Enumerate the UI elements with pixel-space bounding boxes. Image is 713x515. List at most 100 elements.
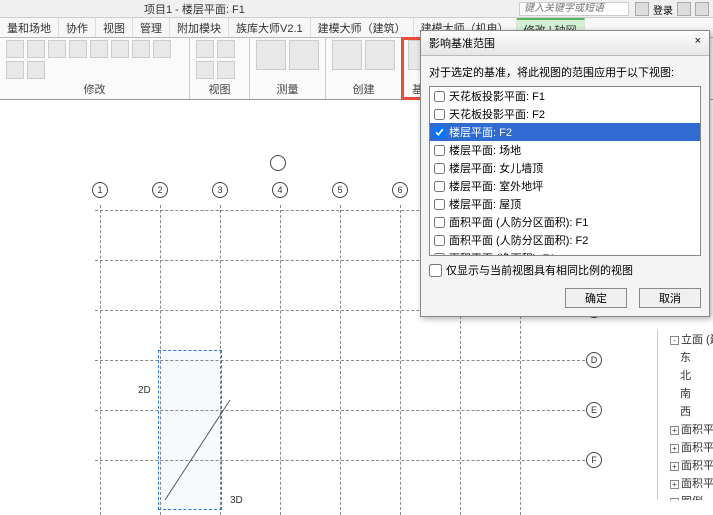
ribbon-tab[interactable]: 视图 (96, 18, 133, 37)
same-scale-checkbox[interactable] (429, 264, 442, 277)
tool-icon[interactable] (153, 40, 171, 58)
grid-bubble[interactable]: E (586, 402, 602, 418)
view-list-row[interactable]: 面积平面 (人防分区面积): F1 (430, 213, 700, 231)
ribbon-tab[interactable]: 族库大师V2.1 (229, 18, 311, 37)
search-input[interactable] (519, 2, 629, 16)
tree-item[interactable]: +面积平 (658, 438, 713, 456)
login-icon[interactable] (635, 2, 649, 16)
tool-icon[interactable] (289, 40, 319, 70)
ribbon-group-测量: 测量 (250, 38, 326, 99)
view-checkbox[interactable] (434, 181, 445, 192)
dialog-titlebar[interactable]: 影响基准范围 × (421, 31, 709, 56)
view-list-row[interactable]: 楼层平面: 室外地坪 (430, 177, 700, 195)
cancel-button[interactable]: 取消 (639, 288, 701, 308)
view-list-row[interactable]: 天花板投影平面: F2 (430, 105, 700, 123)
view-checkbox[interactable] (434, 253, 445, 257)
view-checkbox[interactable] (434, 235, 445, 246)
tree-item[interactable]: +面积平 (658, 456, 713, 474)
tree-item[interactable]: -立面 (建 (658, 330, 713, 348)
tool-icon[interactable] (365, 40, 395, 70)
view-list-row[interactable]: 楼层平面: F2 (430, 123, 700, 141)
ribbon-tab[interactable]: 建模大师（建筑） (311, 18, 414, 37)
views-list[interactable]: 天花板投影平面: F1 天花板投影平面: F2 楼层平面: F2 楼层平面: 场地楼层… (429, 86, 701, 256)
view-label: 楼层平面: F2 (449, 124, 512, 140)
grid-bubble[interactable]: 3 (212, 182, 228, 198)
dim-3d-label: 3D (230, 495, 243, 506)
tree-item[interactable]: 东 (658, 348, 713, 366)
tool-icon[interactable] (48, 40, 66, 58)
grid-bubble[interactable] (270, 155, 286, 171)
tool-icon[interactable] (196, 61, 214, 79)
view-label: 楼层平面: 女儿墙顶 (449, 160, 543, 176)
tree-item[interactable]: +图例 (658, 492, 713, 500)
view-list-row[interactable]: 楼层平面: 女儿墙顶 (430, 159, 700, 177)
view-checkbox[interactable] (434, 163, 445, 174)
tool-icon[interactable] (217, 61, 235, 79)
tree-item[interactable]: +面积平 (658, 474, 713, 492)
ribbon-tab[interactable]: 附加模块 (170, 18, 229, 37)
tool-icon[interactable] (6, 40, 24, 58)
ok-button[interactable]: 确定 (565, 288, 627, 308)
tree-item[interactable]: +面积平 (658, 420, 713, 438)
grid-bubble[interactable]: 2 (152, 182, 168, 198)
selection-box[interactable] (158, 350, 222, 510)
project-browser[interactable]: -立面 (建东北南西+面积平+面积平+面积平+面积平+图例+明细表+图纸 ( (657, 330, 713, 500)
view-checkbox[interactable] (434, 127, 445, 138)
ribbon-tab[interactable]: 量和场地 (0, 18, 59, 37)
view-checkbox[interactable] (434, 217, 445, 228)
ribbon-group-修改: 修改 (0, 38, 190, 99)
view-label: 面积平面 (净面积): F1 (449, 250, 555, 256)
view-list-row[interactable]: 楼层平面: 屋顶 (430, 195, 700, 213)
view-checkbox[interactable] (434, 91, 445, 102)
minimize-icon[interactable] (695, 2, 709, 16)
ribbon-group-label: 创建 (353, 81, 375, 97)
view-label: 楼层平面: 场地 (449, 142, 521, 158)
tree-item[interactable]: 南 (658, 384, 713, 402)
ribbon-group-视图: 视图 (190, 38, 250, 99)
view-label: 楼层平面: 室外地坪 (449, 178, 543, 194)
close-icon[interactable]: × (695, 35, 701, 51)
influence-range-dialog: 影响基准范围 × 对于选定的基准，将此视图的范围应用于以下视图: 天花板投影平面… (420, 30, 710, 317)
view-list-row[interactable]: 天花板投影平面: F1 (430, 87, 700, 105)
ribbon-group-label: 测量 (277, 81, 299, 97)
grid-bubble[interactable]: 5 (332, 182, 348, 198)
grid-bubble[interactable]: 1 (92, 182, 108, 198)
view-label: 天花板投影平面: F1 (449, 88, 545, 104)
view-list-row[interactable]: 面积平面 (净面积): F1 (430, 249, 700, 256)
tool-icon[interactable] (196, 40, 214, 58)
tree-item[interactable]: 北 (658, 366, 713, 384)
tool-icon[interactable] (256, 40, 286, 70)
view-list-row[interactable]: 面积平面 (人防分区面积): F2 (430, 231, 700, 249)
view-label: 天花板投影平面: F2 (449, 106, 545, 122)
grid-bubble[interactable]: D (586, 352, 602, 368)
grid-bubble[interactable]: F (586, 452, 602, 468)
tool-icon[interactable] (217, 40, 235, 58)
title-bar: 项目1 - 楼层平面: F1 登录 (0, 0, 713, 18)
ribbon-tab[interactable]: 协作 (59, 18, 96, 37)
view-label: 面积平面 (人防分区面积): F1 (449, 214, 588, 230)
ribbon-group-label: 修改 (84, 81, 106, 97)
grid-bubble[interactable]: 4 (272, 182, 288, 198)
dialog-title-text: 影响基准范围 (429, 35, 495, 51)
view-list-row[interactable]: 楼层平面: 场地 (430, 141, 700, 159)
tool-icon[interactable] (111, 40, 129, 58)
tool-icon[interactable] (27, 40, 45, 58)
tool-icon[interactable] (90, 40, 108, 58)
view-checkbox[interactable] (434, 145, 445, 156)
view-checkbox[interactable] (434, 109, 445, 120)
view-label: 面积平面 (人防分区面积): F2 (449, 232, 588, 248)
dialog-prompt: 对于选定的基准，将此视图的范围应用于以下视图: (429, 64, 701, 80)
grid-bubble[interactable]: 6 (392, 182, 408, 198)
ribbon-group-创建: 创建 (326, 38, 402, 99)
tool-icon[interactable] (332, 40, 362, 70)
help-icon[interactable] (677, 2, 691, 16)
view-checkbox[interactable] (434, 199, 445, 210)
tool-icon[interactable] (69, 40, 87, 58)
login-label[interactable]: 登录 (653, 2, 673, 16)
tool-icon[interactable] (132, 40, 150, 58)
tree-item[interactable]: 西 (658, 402, 713, 420)
tool-icon[interactable] (27, 61, 45, 79)
ribbon-group-label: 视图 (209, 81, 231, 97)
ribbon-tab[interactable]: 管理 (133, 18, 170, 37)
tool-icon[interactable] (6, 61, 24, 79)
